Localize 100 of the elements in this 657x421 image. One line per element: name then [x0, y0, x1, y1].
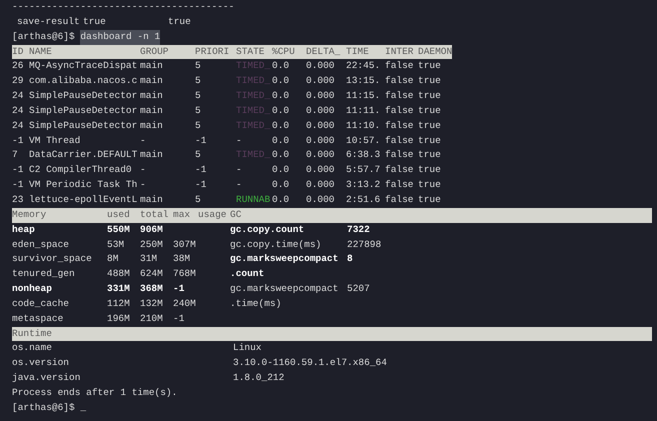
table-cell-text: 3.10.0-1160.59.1.el7.x86_64 — [233, 356, 387, 370]
table-cell-text: com.alibaba.nacos.c — [29, 74, 138, 88]
table-cell-text: true — [418, 104, 442, 118]
table-cell-text: gc.copy.time(ms) — [230, 238, 322, 252]
table-cell-text: 210M — [140, 312, 164, 326]
table-cell-text: main — [140, 59, 164, 74]
table-cell-text: false — [385, 59, 415, 74]
table-cell-text: false — [385, 118, 415, 133]
column-header: INTER — [385, 44, 415, 59]
table-cell-text: 5 — [195, 74, 202, 88]
table-cell-text: nonheap — [12, 282, 53, 296]
table-cell-text: C2 CompilerThread0 — [29, 163, 133, 178]
table-cell-text: 38M — [173, 252, 192, 266]
shell-prompt: [arthas@6]$ — [12, 30, 75, 44]
table-cell-text: os.version — [12, 356, 70, 370]
table-cell-text: 31M — [140, 252, 158, 266]
column-header: PRIORI — [195, 44, 230, 59]
table-cell-text: 0.000 — [306, 89, 336, 104]
table-cell-text: survivor_space — [12, 252, 93, 266]
table-cell-text: SimplePauseDetector — [29, 104, 138, 118]
table-cell-text: true — [418, 89, 442, 104]
table-cell-text: false — [385, 134, 415, 148]
table-cell-text: 8M — [107, 252, 120, 266]
table-cell-text: 0.0 — [272, 178, 290, 192]
table-cell-text: heap — [12, 222, 36, 237]
table-cell-text: -1 — [12, 178, 24, 192]
table-cell-text: -1 — [173, 282, 186, 296]
table-cell-text: 0.0 — [272, 163, 290, 178]
table-cell-text: 250M — [140, 238, 164, 252]
divider-text: --------------------------------------- — [12, 0, 234, 14]
result-value: true — [168, 14, 191, 29]
table-cell-text: Linux — [233, 341, 262, 356]
table-cell-text: -1 — [12, 134, 24, 148]
section-header: Runtime — [12, 326, 52, 341]
table-cell-text: 331M — [107, 282, 131, 296]
table-cell-text: TIMED_ — [236, 118, 272, 133]
table-cell-text: 5 — [195, 148, 202, 162]
table-cell-text: .count — [230, 267, 266, 282]
table-cell-text: 23 — [12, 192, 24, 207]
table-cell-text: true — [418, 178, 442, 192]
table-cell-text: true — [418, 134, 442, 148]
table-cell-text: 5 — [195, 104, 202, 118]
table-cell-text: -1 — [195, 134, 208, 148]
table-cell-text: code_cache — [12, 296, 70, 311]
table-cell-text: eden_space — [12, 238, 70, 252]
table-cell-text: 0.000 — [306, 178, 336, 192]
column-header: Memory — [12, 208, 48, 222]
table-cell-text: lettuce-epollEventL — [29, 192, 138, 207]
table-cell-text: false — [385, 74, 415, 88]
table-cell-text: VM Periodic Task Th — [29, 178, 138, 192]
table-cell-text: tenured_gen — [12, 267, 76, 282]
table-cell-text: true — [418, 74, 442, 88]
table-cell-text: 29 — [12, 74, 24, 88]
table-cell-text: false — [385, 104, 415, 118]
table-cell-text: 240M — [173, 296, 197, 311]
table-cell-text: 368M — [140, 282, 164, 296]
table-cell-text: 0.000 — [306, 118, 336, 133]
table-cell-text: 488M — [107, 267, 131, 282]
table-cell-text: true — [418, 148, 442, 162]
table-cell-text: 0.000 — [306, 104, 336, 118]
status-message: Process ends after 1 time(s). — [12, 386, 178, 400]
table-cell-text: 906M — [140, 222, 164, 237]
column-header: GROUP — [140, 44, 170, 59]
table-cell-text: false — [385, 192, 415, 207]
table-cell-text: 112M — [107, 296, 131, 311]
table-cell-text: 768M — [173, 267, 197, 282]
table-cell-text: - — [236, 178, 243, 192]
table-cell-text: 0.0 — [272, 104, 290, 118]
table-cell-text: SimplePauseDetector — [29, 89, 138, 104]
table-cell-text: 0.0 — [272, 118, 290, 133]
table-cell-text: false — [385, 178, 415, 192]
table-cell-text: 0.000 — [306, 148, 336, 162]
table-cell-text: 0.000 — [306, 134, 336, 148]
cursor-text: _ — [80, 400, 86, 415]
column-header: ID — [12, 44, 24, 59]
table-cell-text: TIMED_ — [236, 148, 272, 162]
table-cell-text: 8 — [347, 252, 353, 266]
table-cell-text: 0.0 — [272, 89, 290, 104]
table-cell-text: 0.000 — [306, 163, 336, 178]
table-cell-text: 5 — [195, 118, 202, 133]
table-cell-text: 11:15. — [346, 89, 382, 104]
table-cell-text: 24 — [12, 118, 24, 133]
table-cell-text: -1 — [12, 163, 24, 178]
column-header: TIME — [346, 44, 370, 59]
table-cell-text: -1 — [173, 312, 186, 326]
table-cell-text: 13:15. — [346, 74, 382, 88]
table-cell-text: 307M — [173, 238, 197, 252]
table-cell-text: 0.0 — [272, 74, 290, 88]
table-cell-text: 0.0 — [272, 134, 290, 148]
table-cell-text: TIMED_ — [236, 74, 272, 88]
table-cell-text: gc.copy.count — [230, 222, 306, 237]
table-cell-text: - — [140, 163, 147, 178]
table-cell-text: - — [140, 134, 147, 148]
column-header: STATE — [236, 44, 266, 59]
table-cell-text: main — [140, 148, 164, 162]
table-cell-text: MQ-AsyncTraceDispat — [29, 59, 138, 74]
command-text: dashboard -n 1 — [80, 30, 160, 45]
table-cell-text: 0.0 — [272, 148, 290, 162]
table-cell-text: 3:13.2 — [346, 178, 382, 192]
table-cell-text: true — [418, 118, 442, 133]
